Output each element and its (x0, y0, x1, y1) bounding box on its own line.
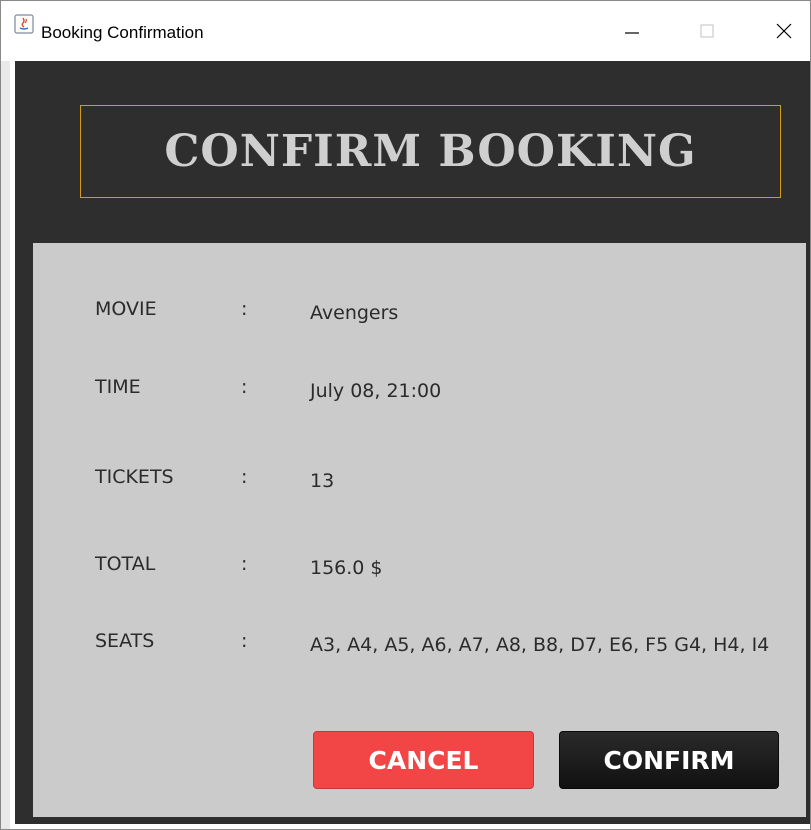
total-value: 156.0 $ (310, 557, 383, 579)
maximize-button[interactable] (682, 1, 732, 61)
close-button[interactable] (759, 1, 809, 61)
cancel-button[interactable]: CANCEL (313, 731, 534, 789)
title-bar[interactable]: Booking Confirmation (1, 1, 810, 61)
total-label: TOTAL (95, 553, 156, 575)
minimize-button[interactable] (607, 1, 657, 61)
window-left-edge (1, 61, 10, 829)
separator: : (241, 630, 248, 652)
separator: : (241, 376, 248, 398)
seats-label: SEATS (95, 630, 155, 652)
movie-value: Avengers (310, 302, 399, 324)
time-label: TIME (95, 376, 141, 398)
confirm-button[interactable]: CONFIRM (559, 731, 779, 789)
header-box: CONFIRM BOOKING (80, 105, 781, 198)
minimize-icon (625, 32, 639, 34)
time-value: July 08, 21:00 (310, 380, 442, 402)
close-icon (776, 23, 792, 39)
maximize-icon (700, 24, 714, 38)
page-title: CONFIRM BOOKING (164, 126, 697, 177)
seats-value: A3, A4, A5, A6, A7, A8, B8, D7, E6, F5 G… (310, 634, 770, 656)
window-title: Booking Confirmation (41, 23, 204, 42)
booking-details-panel: MOVIE : Avengers TIME : July 08, 21:00 T… (33, 243, 806, 817)
movie-label: MOVIE (95, 298, 157, 320)
booking-confirmation-window: Booking Confirmation CONFIRM BOOKING MOV… (0, 0, 811, 830)
tickets-label: TICKETS (95, 466, 174, 488)
separator: : (241, 466, 248, 488)
java-app-icon (14, 14, 34, 34)
separator: : (241, 553, 248, 575)
separator: : (241, 298, 248, 320)
tickets-value: 13 (310, 470, 335, 492)
